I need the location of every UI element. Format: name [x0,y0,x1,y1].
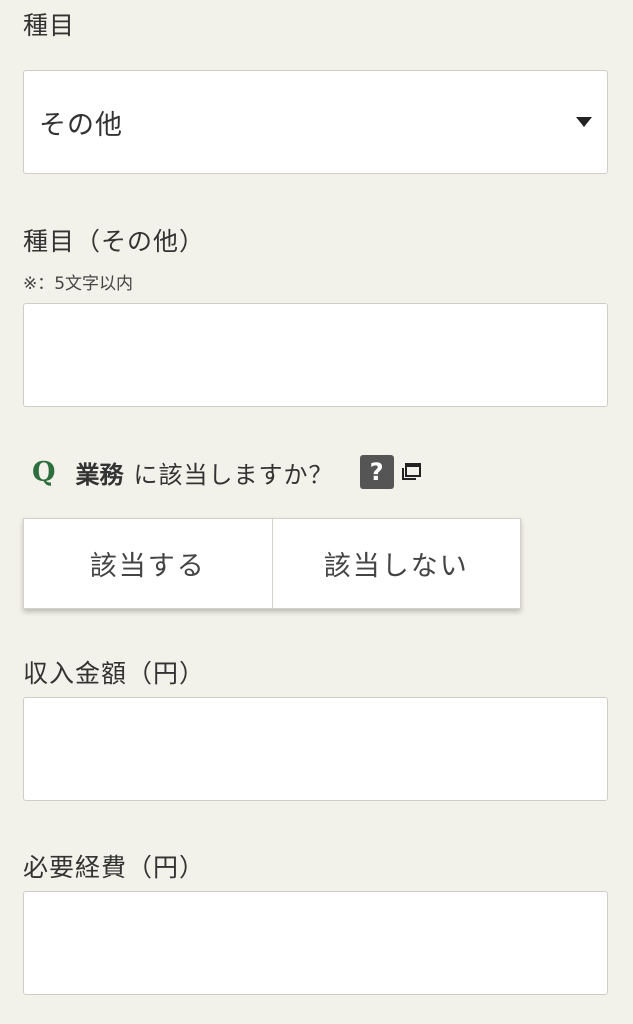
open-window-icon[interactable] [400,462,422,482]
help-button[interactable]: ? [359,455,394,489]
income-entry-form: 種目 その他 種目（その他） ※：5文字以内 Q 業務 に該当しますか？ ? 該… [0,0,633,1024]
expenses-label: 必要経費（円） [23,853,206,882]
category-other-note: ※：5文字以内 [23,274,134,294]
category-select[interactable]: その他 [23,70,608,174]
category-other-input[interactable] [23,303,608,407]
business-choice-group: 該当する 該当しない [23,518,521,609]
category-label: 種目 [23,11,76,40]
expenses-input[interactable] [23,891,608,995]
category-selected-value: その他 [39,110,123,141]
q-icon: Q [32,456,56,488]
question-keyword: 業務 [75,460,124,489]
business-question: Q 業務 に該当しますか？ ? [32,452,422,492]
income-amount-label: 収入金額（円） [23,659,206,688]
question-text: に該当しますか？ [133,460,334,489]
not-applicable-button[interactable]: 該当しない [272,518,521,609]
category-other-label: 種目（その他） [23,227,206,256]
income-amount-input[interactable] [23,697,608,801]
applicable-button[interactable]: 該当する [23,518,273,609]
dropdown-caret-icon [576,117,592,127]
